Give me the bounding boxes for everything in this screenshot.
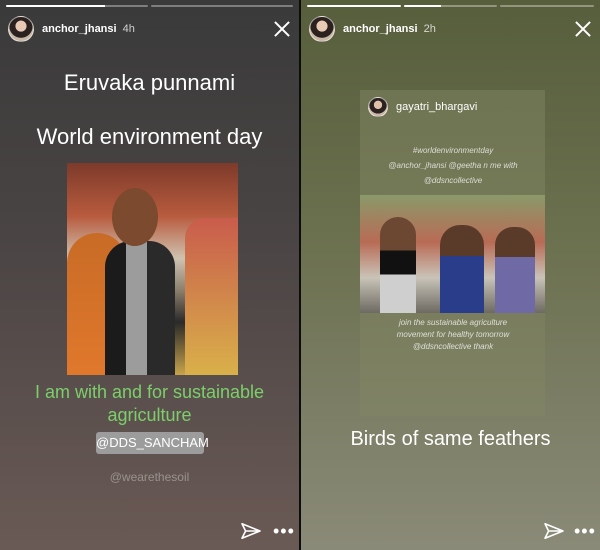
story-photo (67, 163, 238, 375)
shared-username[interactable]: gayatri_bhargavi (396, 101, 477, 113)
progress-segment (307, 5, 401, 7)
close-icon[interactable] (574, 20, 592, 38)
handwritten-text: @ddsncollective (423, 176, 483, 185)
post-time: 2h (423, 23, 436, 35)
story-title: Eruvaka punnami (63, 70, 236, 95)
story-subtitle: World environment day (36, 124, 263, 149)
avatar[interactable] (8, 16, 34, 42)
username[interactable]: anchor_jhansi (42, 23, 117, 35)
progress-segment (403, 5, 498, 7)
story-header: anchor_jhansi 4h (8, 16, 291, 42)
username[interactable]: anchor_jhansi (343, 23, 418, 35)
progress-segment (6, 5, 148, 7)
handwritten-text: #worldenvironmentday (412, 146, 494, 155)
more-icon[interactable]: ••• (574, 522, 596, 540)
progress-segment (500, 5, 595, 7)
avatar[interactable] (309, 16, 335, 42)
close-icon[interactable] (273, 20, 291, 38)
caption-line: I am with and for sustainable (34, 382, 265, 402)
stories-viewer: anchor_jhansi 4h Eruvaka punnami World e… (0, 0, 600, 550)
handwritten-text: movement for healthy tomorrow (396, 330, 510, 339)
handwritten-text: @ddsncollective thank (412, 342, 494, 351)
handwritten-text: join the sustainable agriculture (398, 318, 508, 327)
avatar[interactable] (368, 97, 388, 117)
handwritten-text: @anchor_jhansi @geetha n me with (388, 161, 518, 170)
story-caption: Birds of same feathers (350, 428, 551, 450)
shared-photo (360, 195, 545, 313)
more-icon[interactable]: ••• (273, 522, 295, 540)
story-progress (307, 5, 595, 7)
post-time: 4h (122, 23, 135, 35)
story-panel-left[interactable]: anchor_jhansi 4h Eruvaka punnami World e… (0, 0, 299, 550)
mention-text[interactable]: @wearethesoil (0, 470, 299, 484)
story-header: anchor_jhansi 2h (309, 16, 592, 42)
story-progress (6, 5, 293, 7)
shared-story-header: gayatri_bhargavi (368, 96, 477, 118)
progress-segment (151, 5, 293, 7)
mention-tag[interactable]: @DDS_SANCHAM (96, 432, 209, 454)
send-icon[interactable] (543, 522, 565, 540)
caption-line: agriculture (107, 405, 192, 425)
send-icon[interactable] (240, 522, 262, 540)
